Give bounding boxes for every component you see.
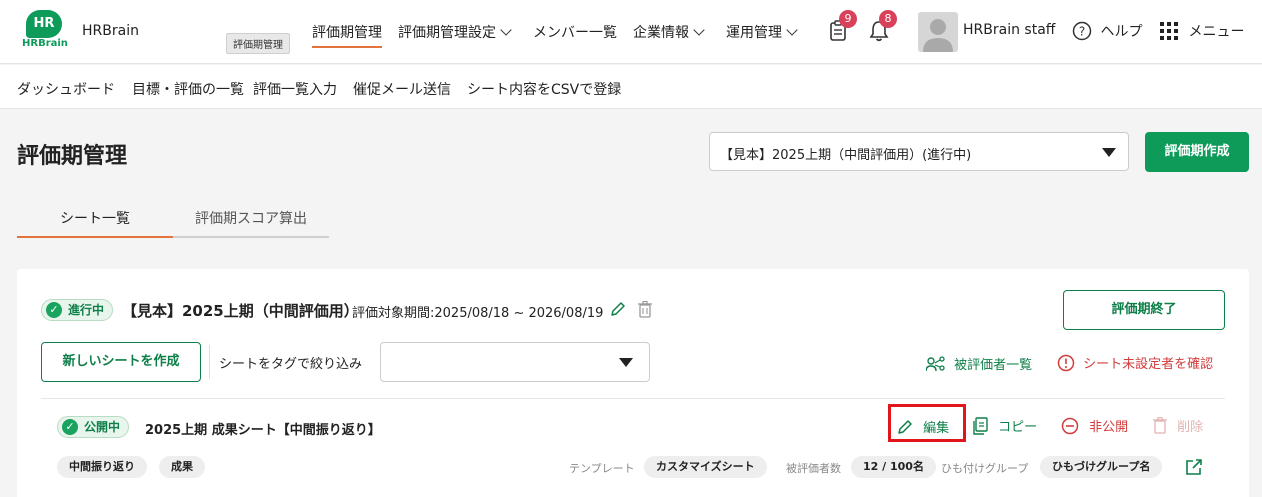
tag-filter-select[interactable] (380, 342, 650, 382)
copy-label: コピー (998, 420, 1038, 435)
caret-down-icon (1102, 148, 1116, 157)
sheet-status-label: 公開中 (84, 420, 121, 434)
menu-label: メニュー (1188, 24, 1245, 40)
sheet-copy-button[interactable]: コピー (972, 416, 1037, 435)
template-value: カスタマイズシート (644, 456, 767, 478)
top-bar: HR HRBrain HRBrain 評価期管理 評価期管理 評価期管理設定 メ… (0, 0, 1262, 64)
question-circle-icon: ? (1072, 21, 1092, 41)
chevron-down-icon (786, 24, 798, 36)
subnav-evaluation-bulk-input[interactable]: 評価一覧入力 (253, 79, 337, 99)
sheet-tag: 成果 (159, 456, 205, 478)
nav-tooltip: 評価期管理 (226, 33, 290, 54)
chevron-down-icon (500, 24, 512, 36)
nav-company-info[interactable]: 企業情報 (633, 22, 705, 42)
unset-sheet-check-link[interactable]: シート未設定者を確認 (1057, 353, 1213, 372)
nav-period-settings[interactable]: 評価期管理設定 (398, 22, 512, 42)
new-sheet-button[interactable]: 新しいシートを作成 (41, 342, 201, 382)
unset-sheet-check-label: シート未設定者を確認 (1083, 357, 1214, 372)
nav-label: 企業情報 (633, 25, 689, 41)
end-period-button[interactable]: 評価期終了 (1063, 290, 1225, 330)
divider (209, 345, 210, 379)
sheet-tag: 中間振り返り (57, 456, 147, 478)
brand-name: HRBrain (82, 23, 139, 39)
period-select-value: 【見本】2025上期（中間評価用）(進行中) (720, 148, 972, 163)
hrbrain-logo[interactable]: HR HRBrain (22, 10, 68, 50)
bell-notification-button[interactable]: 8 (869, 10, 897, 44)
evaluatee-count-label: 被評価者数 (786, 462, 841, 475)
pencil-icon (898, 419, 912, 434)
subnav-dashboard[interactable]: ダッシュボード (17, 79, 115, 99)
linked-group-label: ひも付けグループ (941, 462, 1029, 475)
minus-circle-icon (1061, 417, 1079, 434)
trash-icon (1153, 416, 1167, 434)
evaluatee-list-link[interactable]: 被評価者一覧 (925, 354, 1033, 373)
tab-period-score[interactable]: 評価期スコア算出 (173, 200, 329, 238)
nav-label: 運用管理 (726, 25, 782, 41)
edit-label: 編集 (923, 421, 950, 436)
caret-down-icon (619, 358, 633, 367)
nav-operations[interactable]: 運用管理 (726, 22, 798, 42)
bell-badge: 8 (879, 10, 897, 28)
subnav-csv-import[interactable]: シート内容をCSVで登録 (467, 79, 621, 99)
sub-navigation: ダッシュボード 目標・評価の一覧 評価一覧入力 催促メール送信 シート内容をCS… (0, 65, 1262, 109)
avatar[interactable] (918, 12, 958, 52)
logo-mark: HR (26, 10, 62, 38)
sheet-title[interactable]: 2025上期 成果シート【中間振り返り】 (145, 419, 381, 438)
sheet-edit-button[interactable]: 編集 (897, 417, 949, 436)
menu-button[interactable]: メニュー (1160, 21, 1244, 41)
unpublish-label: 非公開 (1089, 420, 1129, 435)
svg-text:?: ? (1079, 25, 1085, 39)
help-label: ヘルプ (1100, 24, 1143, 40)
people-network-icon (925, 355, 945, 371)
trash-icon[interactable] (638, 301, 652, 318)
logo-subtext: HRBrain (22, 38, 68, 49)
nav-label: メンバー一覧 (533, 25, 617, 41)
status-badge: ✓ 進行中 (41, 299, 114, 321)
grid-menu-icon (1160, 22, 1178, 40)
external-link-icon[interactable] (1185, 458, 1203, 476)
tab-label: 評価期スコア算出 (195, 211, 307, 227)
copy-icon (973, 416, 988, 435)
delete-label: 削除 (1177, 420, 1204, 435)
chevron-down-icon (693, 24, 705, 36)
evaluatee-list-label: 被評価者一覧 (954, 358, 1033, 373)
tag-filter-label: シートをタグで絞り込み (219, 357, 363, 372)
check-icon: ✓ (46, 302, 62, 318)
user-name[interactable]: HRBrain staff (963, 22, 1055, 38)
user-silhouette-icon (923, 19, 953, 52)
page-title: 評価期管理 (17, 144, 128, 169)
create-period-button[interactable]: 評価期作成 (1145, 132, 1249, 172)
clipboard-notification-button[interactable]: 9 (829, 10, 857, 44)
status-label: 進行中 (68, 303, 105, 317)
tab-sheet-list[interactable]: シート一覧 (17, 200, 173, 238)
nav-label: 評価期管理 (312, 25, 382, 41)
subnav-reminder-mail[interactable]: 催促メール送信 (353, 79, 451, 99)
sheet-delete-button[interactable]: 削除 (1153, 416, 1203, 435)
nav-label: 評価期管理設定 (398, 25, 496, 41)
period-range: 評価対象期間:2025/08/18 ~ 2026/08/19 (352, 306, 604, 321)
clipboard-badge: 9 (839, 10, 857, 28)
nav-member-list[interactable]: メンバー一覧 (533, 22, 617, 42)
subnav-goal-evaluation-list[interactable]: 目標・評価の一覧 (132, 79, 244, 99)
template-label: テンプレート (569, 462, 635, 475)
check-icon: ✓ (62, 419, 78, 435)
tab-label: シート一覧 (60, 211, 130, 227)
sheet-status-badge: ✓ 公開中 (57, 416, 130, 438)
pencil-icon[interactable] (610, 301, 626, 317)
evaluatee-count-value: 12 / 100名 (851, 456, 936, 478)
alert-circle-icon (1057, 354, 1075, 371)
linked-group-value: ひもづけグループ名 (1040, 456, 1163, 478)
help-link[interactable]: ? ヘルプ (1072, 21, 1142, 41)
period-card: ✓ 進行中 【見本】2025上期（中間評価用） 評価対象期間:2025/08/1… (17, 269, 1249, 497)
period-select[interactable]: 【見本】2025上期（中間評価用）(進行中) (709, 132, 1129, 171)
period-title: 【見本】2025上期（中間評価用） (122, 302, 359, 320)
sheet-unpublish-button[interactable]: 非公開 (1061, 416, 1128, 435)
nav-period-management[interactable]: 評価期管理 (312, 22, 382, 48)
section-divider (41, 398, 1225, 399)
